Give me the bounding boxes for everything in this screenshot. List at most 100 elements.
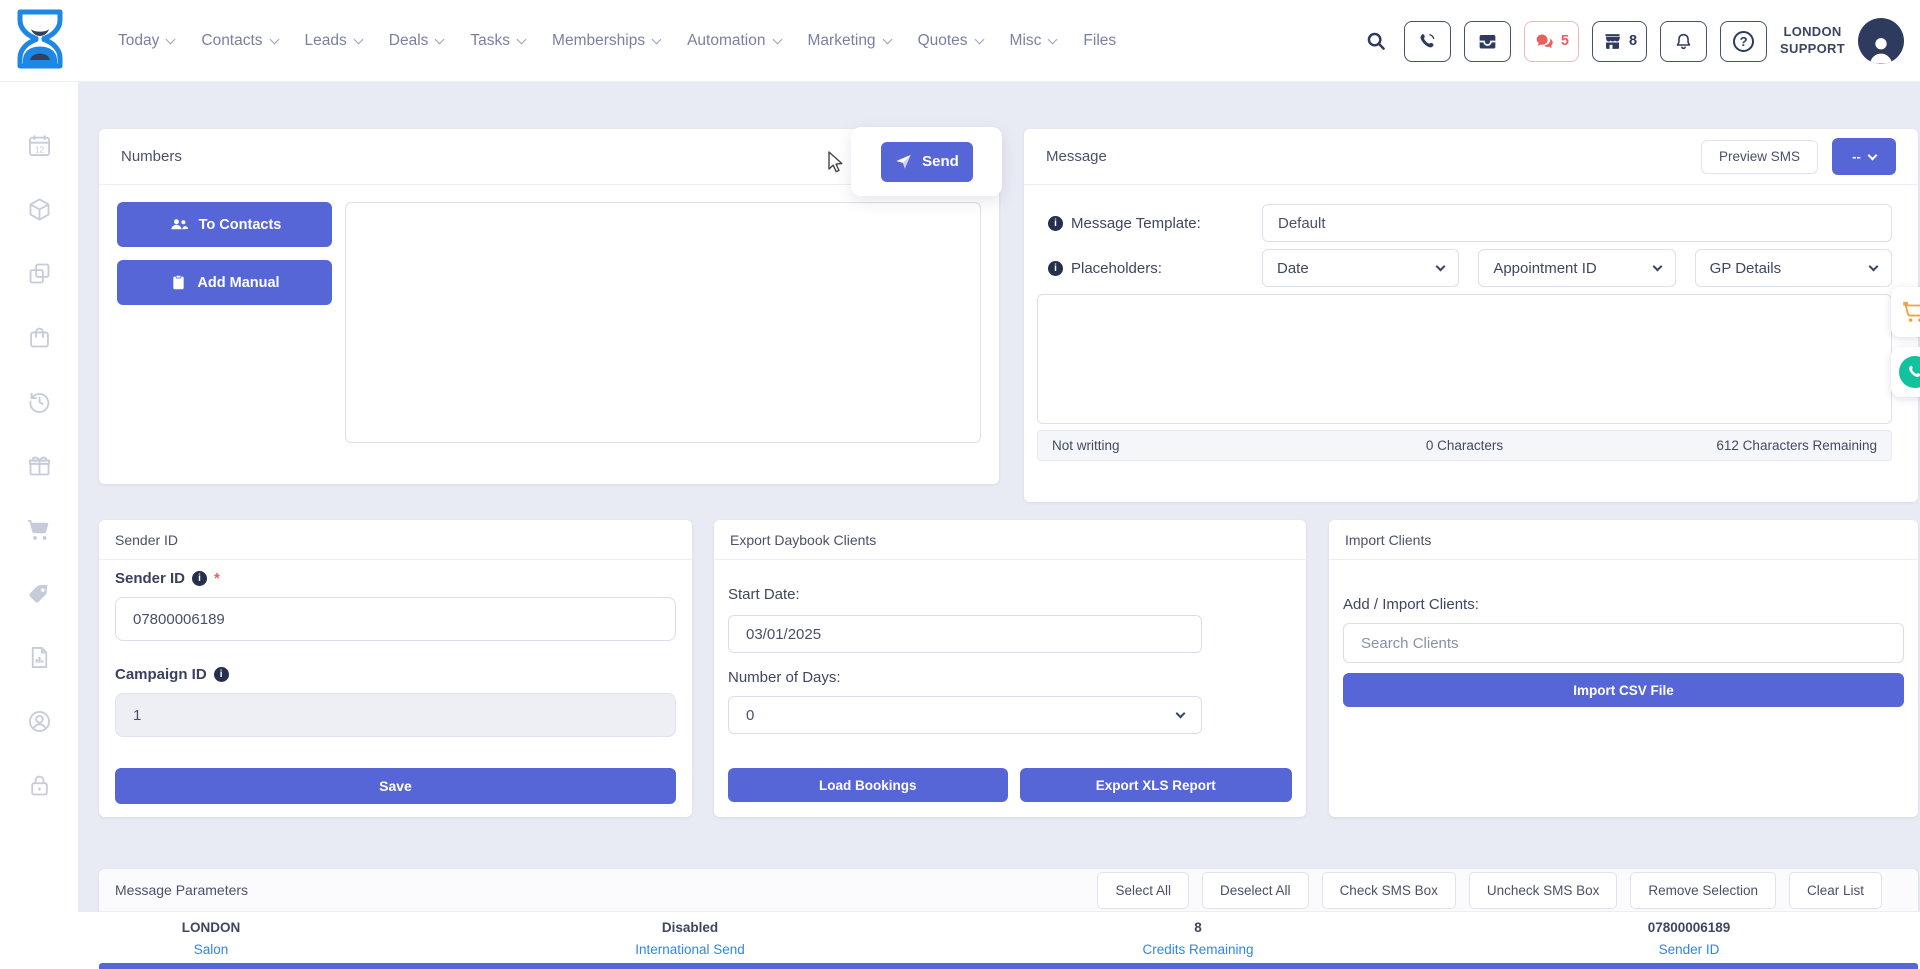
store-icon <box>1602 31 1623 52</box>
sender-id-link[interactable]: Sender ID <box>1648 942 1731 957</box>
placeholder-select-gp-details[interactable]: GP Details <box>1695 249 1892 287</box>
svg-text:12: 12 <box>34 144 44 154</box>
check-sms-box-button[interactable]: Check SMS Box <box>1322 872 1456 909</box>
cube-icon[interactable] <box>26 196 53 223</box>
deselect-all-button[interactable]: Deselect All <box>1202 872 1309 909</box>
bell-icon <box>1673 31 1694 52</box>
preview-sms-button[interactable]: Preview SMS <box>1701 140 1818 174</box>
save-button[interactable]: Save <box>115 768 676 804</box>
navbar-actions: 5 8 <box>1365 0 1904 82</box>
cart-icon[interactable] <box>26 516 53 543</box>
import-clients-panel-title: Import Clients <box>1345 532 1431 548</box>
store-button[interactable]: 8 <box>1592 21 1647 62</box>
menu-item-quotes[interactable]: Quotes <box>918 32 983 50</box>
chevron-down-icon <box>353 34 363 44</box>
to-contacts-button[interactable]: To Contacts <box>117 202 332 247</box>
international-send-stat: Disabled International Send <box>635 920 745 957</box>
sender-id-panel: Sender ID Sender ID * 07800006189 Campai… <box>99 520 692 817</box>
campaign-id-input[interactable]: 1 <box>115 693 676 737</box>
sender-id-input[interactable]: 07800006189 <box>115 597 676 641</box>
export-daybook-panel-title: Export Daybook Clients <box>730 532 876 548</box>
search-clients-input[interactable]: Search Clients <box>1343 623 1904 663</box>
writing-status: Not writting <box>1052 438 1327 453</box>
calendar-icon[interactable]: 12 <box>26 132 53 159</box>
chat-button[interactable]: 5 <box>1524 21 1579 62</box>
lock-icon[interactable] <box>26 772 53 799</box>
chevron-down-icon <box>1436 261 1446 271</box>
start-date-input[interactable]: 03/01/2025 <box>728 615 1202 653</box>
message-body-textarea[interactable] <box>1037 294 1892 424</box>
floating-phone-widget[interactable] <box>1891 347 1920 397</box>
menu-item-memberships[interactable]: Memberships <box>552 32 660 50</box>
chevron-down-icon <box>974 34 984 44</box>
export-daybook-panel: Export Daybook Clients Start Date: 03/01… <box>714 520 1306 817</box>
menu-item-tasks[interactable]: Tasks <box>470 32 525 50</box>
placeholder-select-appointment-id[interactable]: Appointment ID <box>1478 249 1675 287</box>
account-status-footer: LONDON Salon Disabled International Send… <box>78 912 1920 969</box>
load-bookings-button[interactable]: Load Bookings <box>728 768 1008 802</box>
placeholder-select-date[interactable]: Date <box>1262 249 1459 287</box>
gift-icon[interactable] <box>26 452 53 479</box>
app-logo[interactable] <box>14 9 66 76</box>
history-icon[interactable] <box>26 388 53 415</box>
chevron-down-icon <box>269 34 279 44</box>
chevron-down-icon <box>652 34 662 44</box>
start-date-label: Start Date: <box>728 586 1292 603</box>
characters-remaining: 612 Characters Remaining <box>1602 438 1877 453</box>
menu-item-files[interactable]: Files <box>1083 32 1116 50</box>
report-icon[interactable] <box>26 644 53 671</box>
add-import-clients-label: Add / Import Clients: <box>1343 596 1904 613</box>
bag-icon[interactable] <box>26 324 53 351</box>
message-template-input[interactable]: Default <box>1262 204 1892 242</box>
import-clients-panel-header: Import Clients <box>1329 520 1918 560</box>
search-icon[interactable] <box>1365 30 1387 52</box>
menu-item-deals[interactable]: Deals <box>389 32 444 50</box>
send-button[interactable]: Send <box>881 142 973 182</box>
account-name: LONDON SUPPORT <box>1780 24 1845 58</box>
import-csv-button[interactable]: Import CSV File <box>1343 673 1904 707</box>
numbers-panel-body: To Contacts Add Manual <box>99 185 999 484</box>
menu-item-automation[interactable]: Automation <box>687 32 780 50</box>
uncheck-sms-box-button[interactable]: Uncheck SMS Box <box>1469 872 1618 909</box>
numbers-list-textarea[interactable] <box>345 202 981 443</box>
sender-id-panel-title: Sender ID <box>115 532 178 548</box>
floating-cart-widget[interactable] <box>1891 287 1920 337</box>
chevron-down-icon <box>882 34 892 44</box>
menu-item-leads[interactable]: Leads <box>305 32 362 50</box>
menu-item-misc[interactable]: Misc <box>1010 32 1057 50</box>
numbers-panel-title: Numbers <box>121 148 182 165</box>
chevron-down-icon <box>1867 150 1877 160</box>
notifications-button[interactable] <box>1660 21 1707 62</box>
message-parameters-header: Message Parameters Select All Deselect A… <box>99 869 1918 912</box>
tag-icon[interactable] <box>26 580 53 607</box>
help-button[interactable] <box>1720 21 1767 62</box>
store-badge: 8 <box>1629 33 1637 49</box>
info-icon <box>192 571 207 586</box>
sender-id-panel-header: Sender ID <box>99 520 692 560</box>
menu-item-contacts[interactable]: Contacts <box>201 32 277 50</box>
salon-link[interactable]: Salon <box>182 942 241 957</box>
clear-list-button[interactable]: Clear List <box>1789 872 1882 909</box>
phone-icon <box>1417 31 1438 52</box>
international-send-link[interactable]: International Send <box>635 942 745 957</box>
inbox-icon <box>1477 31 1498 52</box>
chevron-down-icon <box>1048 34 1058 44</box>
message-more-button[interactable]: -- <box>1832 138 1896 175</box>
menu-item-today[interactable]: Today <box>118 32 174 50</box>
export-xls-button[interactable]: Export XLS Report <box>1020 768 1293 802</box>
credits-remaining-link[interactable]: Credits Remaining <box>1142 942 1253 957</box>
select-all-button[interactable]: Select All <box>1097 872 1189 909</box>
number-of-days-select[interactable]: 0 <box>728 696 1202 734</box>
phone-button[interactable] <box>1404 21 1451 62</box>
hourglass-logo-icon <box>14 9 66 71</box>
send-sms-bar-cutoff[interactable] <box>99 963 1918 969</box>
remove-selection-button[interactable]: Remove Selection <box>1630 872 1776 909</box>
chat-badge: 5 <box>1561 33 1569 49</box>
account-icon[interactable] <box>26 708 53 735</box>
chevron-down-icon <box>517 34 527 44</box>
add-manual-button[interactable]: Add Manual <box>117 260 332 305</box>
copy-icon[interactable] <box>26 260 53 287</box>
user-avatar[interactable] <box>1858 18 1904 64</box>
menu-item-marketing[interactable]: Marketing <box>808 32 891 50</box>
inbox-button[interactable] <box>1464 21 1511 62</box>
